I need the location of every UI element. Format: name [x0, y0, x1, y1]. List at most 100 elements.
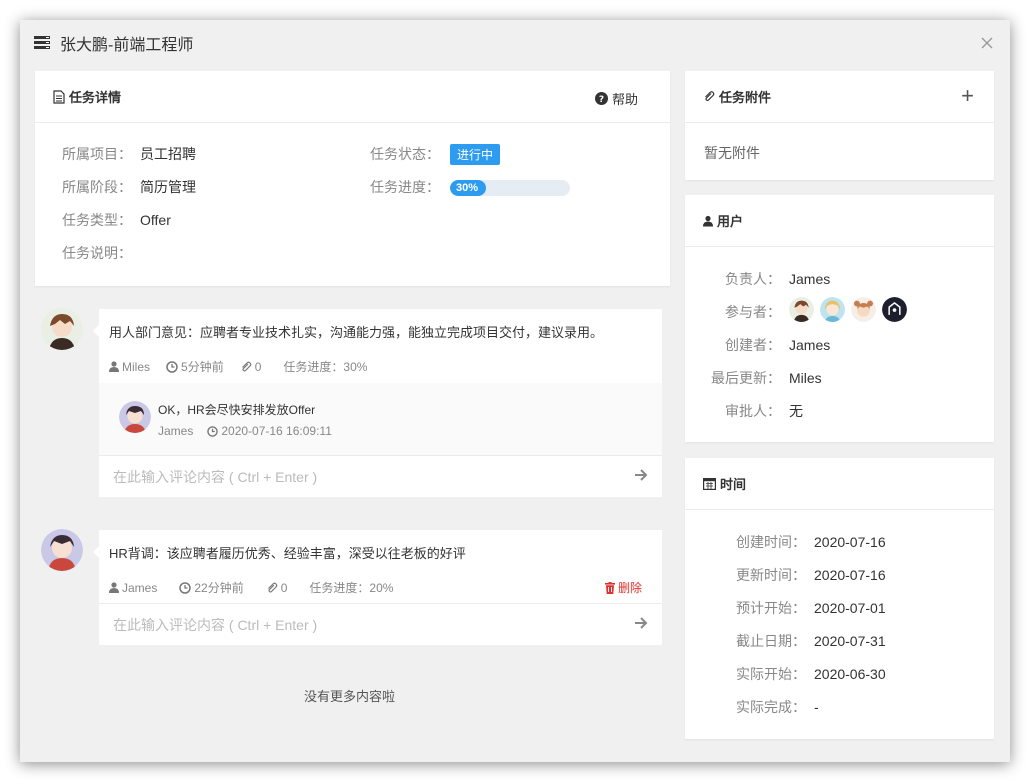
updated-time-row: 更新时间： 2020-07-16 — [685, 565, 886, 585]
calendar-icon — [703, 478, 716, 490]
add-attachment-button[interactable]: + — [961, 85, 974, 107]
participants-row: 参与者： — [685, 302, 781, 322]
help-label: 帮助 — [611, 92, 638, 107]
approver-label: 审批人： — [725, 403, 781, 419]
created-time-label: 创建时间： — [736, 534, 806, 550]
avatar — [119, 401, 151, 433]
comment-time-text: 5分钟前 — [181, 360, 224, 374]
reply-time: 2020-07-16 16:09:11 — [207, 424, 332, 438]
comment-time: 22分钟前 — [179, 579, 244, 596]
clock-icon — [207, 425, 219, 437]
task-detail-header: 任务详情 ? 帮助 — [35, 71, 670, 123]
users-title: 用户 — [717, 214, 744, 229]
delete-button[interactable]: 删除 — [604, 579, 642, 596]
deadline-label: 截止日期： — [736, 633, 806, 649]
avatar[interactable] — [820, 297, 845, 322]
creator-value: James — [789, 337, 831, 353]
reply-meta: James 2020-07-16 16:09:11 — [158, 424, 332, 438]
actual-end-label: 实际完成： — [736, 699, 806, 715]
comment-card: HR背调：该应聘者履历优秀、经验丰富，深受以往老板的好评 James 22分钟前… — [93, 530, 662, 645]
user-icon — [703, 215, 713, 226]
comment-card: 用人部门意见：应聘者专业技术扎实，沟通能力强，能独立完成项目交付，建议录用。 M… — [93, 309, 662, 497]
user-icon — [109, 582, 119, 593]
plan-start-value: 2020-07-01 — [814, 600, 886, 616]
comment-attachments: 0 — [240, 360, 261, 374]
stage-value: 简历管理 — [140, 179, 196, 195]
comment-meta: James 22分钟前 0 任务进度：20% — [109, 579, 393, 596]
trash-icon — [604, 581, 615, 594]
comment-input[interactable] — [99, 456, 662, 497]
comment-text: 用人部门意见：应聘者专业技术扎实，沟通能力强，能独立完成项目交付，建议录用。 — [109, 325, 604, 340]
avatar[interactable] — [789, 297, 814, 322]
actual-start-value: 2020-06-30 — [814, 666, 886, 682]
user-icon — [109, 361, 119, 372]
avatar — [41, 308, 83, 350]
comment-progress: 任务进度：30% — [283, 360, 368, 374]
project-link[interactable]: 员工招聘 — [140, 146, 196, 162]
plan-start-label: 预计开始： — [736, 600, 806, 616]
actual-end-row: 实际完成： - — [685, 697, 819, 717]
paperclip-icon — [241, 361, 252, 372]
reply-text: OK，HR会尽快安排发放Offer — [158, 403, 316, 417]
updated-by-row: 最后更新： Miles — [685, 368, 822, 388]
type-label: 任务类型： — [62, 212, 132, 228]
paperclip-icon — [267, 582, 278, 593]
avatar[interactable] — [882, 297, 907, 322]
attachments-card: 任务附件 + 暂无附件 — [685, 71, 994, 180]
comment-input-row — [99, 455, 662, 497]
attachments-title: 任务附件 — [719, 90, 772, 105]
clock-icon — [166, 360, 178, 373]
updated-time-value: 2020-07-16 — [814, 567, 886, 583]
arrow-right-icon[interactable] — [634, 616, 648, 630]
clock-icon — [179, 581, 192, 594]
attachments-header: 任务附件 + — [685, 71, 994, 123]
modal-header: 张大鹏-前端工程师 — [20, 20, 1010, 66]
time-card: 时间 创建时间： 2020-07-16 更新时间： 2020-07-16 预计开始：… — [685, 458, 994, 739]
actual-start-row: 实际开始： 2020-06-30 — [685, 664, 886, 684]
task-detail-title: 任务详情 — [69, 90, 122, 105]
comment-attachments: 0 — [266, 580, 288, 595]
reply-author: James — [158, 424, 194, 438]
type-value: Offer — [140, 212, 171, 228]
comment-input-row — [99, 603, 662, 645]
progress-label: 任务进度： — [370, 179, 440, 195]
comment-meta: Miles 5分钟前 0 任务进度：30% — [109, 358, 367, 375]
avatar[interactable] — [851, 297, 876, 322]
updated-by-label: 最后更新： — [711, 370, 781, 386]
creator-row: 创建者： James — [685, 335, 830, 355]
type-row: 任务类型： Offer — [62, 210, 171, 230]
close-icon[interactable] — [978, 34, 996, 52]
owner-label: 负责人： — [725, 271, 781, 287]
comment-input[interactable] — [99, 604, 662, 645]
comment-attachments-count: 0 — [280, 580, 288, 595]
stage-row: 所属阶段： 简历管理 — [62, 177, 196, 197]
help-button[interactable]: ? 帮助 — [594, 89, 638, 108]
deadline-value: 2020-07-31 — [814, 633, 886, 649]
owner-row: 负责人： James — [685, 269, 830, 289]
created-time-row: 创建时间： 2020-07-16 — [685, 532, 886, 552]
comment-author-name: Miles — [122, 359, 151, 374]
created-time-value: 2020-07-16 — [814, 534, 886, 550]
time-title: 时间 — [720, 477, 747, 492]
task-modal: 张大鹏-前端工程师 任务详情 ? 帮助 所属项目： 员工招聘 所属阶段： 简历管理 … — [20, 20, 1010, 762]
attachments-empty: 暂无附件 — [704, 145, 760, 161]
task-detail-card: 任务详情 ? 帮助 所属项目： 员工招聘 所属阶段： 简历管理 任务类型： Offer… — [35, 71, 670, 286]
project-label: 所属项目： — [62, 146, 132, 162]
progress-fill: 30% — [450, 180, 486, 197]
svg-text:?: ? — [599, 95, 604, 105]
comment-text: HR背调：该应聘者履历优秀、经验丰富，深受以往老板的好评 — [109, 546, 466, 561]
paperclip-icon — [705, 91, 715, 102]
approver-row: 审批人： 无 — [685, 401, 803, 421]
status-badge: 进行中 — [450, 144, 501, 165]
reply-block: OK，HR会尽快安排发放Offer James 2020-07-16 16:09… — [99, 383, 662, 455]
arrow-right-icon[interactable] — [634, 468, 648, 482]
updated-by-value: Miles — [789, 370, 822, 386]
progress-bar: 30% — [450, 180, 570, 197]
desc-label: 任务说明： — [62, 245, 132, 261]
reply-time-text: 2020-07-16 16:09:11 — [221, 424, 332, 438]
progress-row: 任务进度： 30% — [370, 177, 570, 197]
comment-author-name: James — [122, 580, 158, 595]
project-row: 所属项目： 员工招聘 — [62, 144, 196, 164]
actual-start-label: 实际开始： — [736, 666, 806, 682]
list-icon — [34, 36, 50, 49]
